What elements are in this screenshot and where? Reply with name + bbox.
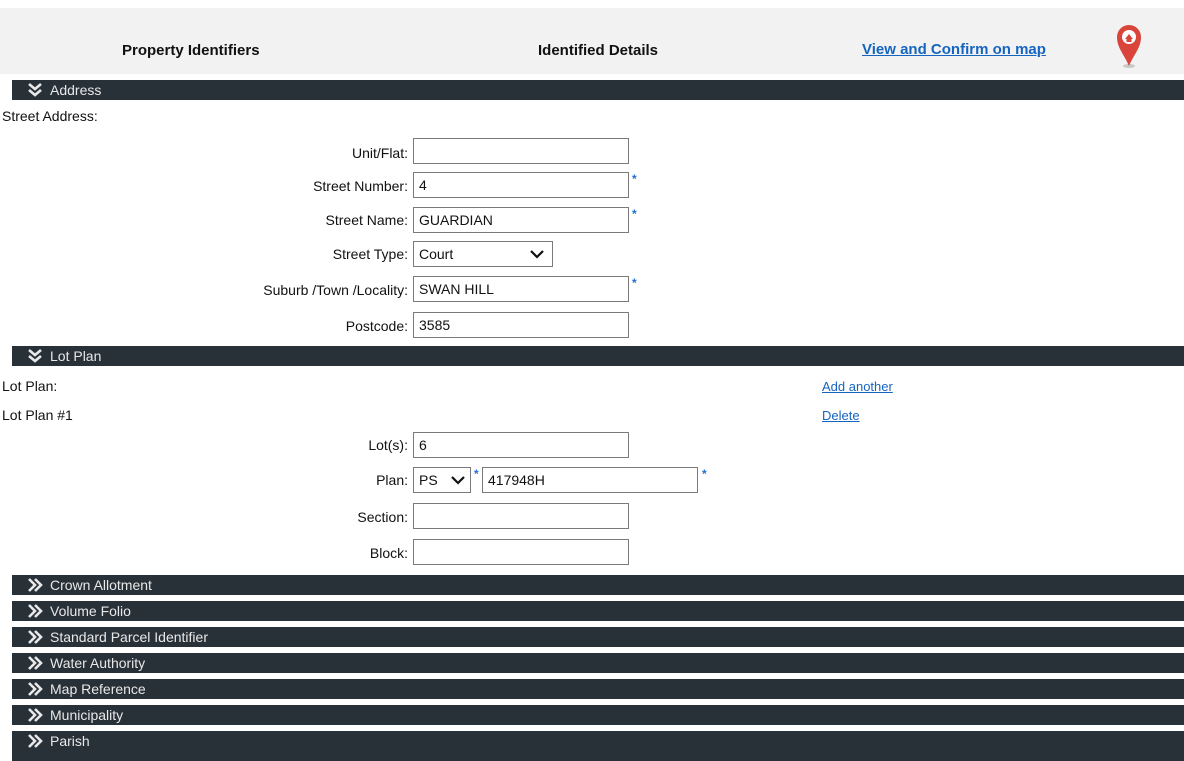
- street-address-label: Street Address:: [2, 108, 98, 124]
- section-title-lot-plan: Lot Plan: [50, 348, 102, 364]
- chevron-double-right-icon: [28, 630, 43, 644]
- block-label: Block:: [369, 545, 408, 561]
- section-title: Standard Parcel Identifier: [50, 629, 208, 645]
- chevron-double-down-icon: [28, 349, 42, 363]
- street-type-select[interactable]: Court: [413, 241, 553, 267]
- section-bar-volume-folio[interactable]: Volume Folio: [12, 601, 1184, 621]
- chevron-double-right-icon: [28, 604, 43, 618]
- required-marker: *: [632, 207, 637, 221]
- section-title: Water Authority: [50, 655, 146, 671]
- chevron-down-icon: [451, 476, 465, 485]
- street-number-input[interactable]: [413, 172, 629, 198]
- chevron-double-right-icon: [28, 578, 43, 592]
- map-pin-icon[interactable]: [1114, 22, 1144, 70]
- street-type-label: Street Type:: [332, 246, 408, 262]
- chevron-double-down-icon: [28, 83, 42, 97]
- section-bar-lot-plan[interactable]: Lot Plan: [12, 346, 1184, 366]
- section-input[interactable]: [413, 503, 629, 529]
- plan-label: Plan:: [376, 472, 408, 488]
- unit-flat-label: Unit/Flat:: [351, 145, 408, 161]
- section-bar-address[interactable]: Address: [12, 80, 1184, 100]
- chevron-double-right-icon: [28, 682, 43, 696]
- suburb-label: Suburb /Town /Locality:: [263, 282, 408, 298]
- section-title: Map Reference: [50, 681, 146, 697]
- postcode-label: Postcode:: [345, 318, 408, 334]
- section-field-label: Section:: [357, 509, 408, 525]
- unit-flat-input[interactable]: [413, 138, 629, 164]
- block-input[interactable]: [413, 539, 629, 565]
- section-bar-water-authority[interactable]: Water Authority: [12, 653, 1184, 673]
- header-property-identifiers: Property Identifiers: [122, 42, 260, 59]
- street-type-value: Court: [419, 246, 454, 262]
- required-marker: *: [702, 467, 707, 481]
- lots-input[interactable]: [413, 432, 629, 458]
- section-title-address: Address: [50, 82, 102, 98]
- section-title: Municipality: [50, 707, 124, 723]
- delete-link[interactable]: Delete: [822, 408, 860, 423]
- section-bar-standard-parcel-identifier[interactable]: Standard Parcel Identifier: [12, 627, 1184, 647]
- chevron-double-right-icon: [28, 656, 43, 670]
- street-name-label: Street Name:: [325, 212, 408, 228]
- lot-plan-label: Lot Plan:: [2, 378, 58, 394]
- plan-number-input[interactable]: [482, 467, 698, 493]
- add-another-link[interactable]: Add another: [822, 379, 893, 394]
- chevron-down-icon: [530, 250, 544, 259]
- required-marker: *: [632, 172, 637, 186]
- section-bar-municipality[interactable]: Municipality: [12, 705, 1184, 725]
- section-bar-parish[interactable]: Parish: [12, 731, 1184, 761]
- suburb-input[interactable]: [413, 276, 629, 302]
- plan-prefix-value: PS: [419, 472, 438, 488]
- lot-plan-entry-label: Lot Plan #1: [2, 407, 73, 423]
- street-name-input[interactable]: [413, 207, 629, 233]
- required-marker: *: [474, 467, 479, 481]
- header-identified-details: Identified Details: [538, 42, 659, 59]
- chevron-double-right-icon: [28, 734, 43, 748]
- section-title: Volume Folio: [50, 603, 131, 619]
- required-marker: *: [632, 276, 637, 290]
- plan-prefix-select[interactable]: PS: [413, 467, 471, 493]
- view-confirm-map-link[interactable]: View and Confirm on map: [862, 41, 1046, 58]
- header-bar: Property Identifiers Identified Details …: [0, 8, 1184, 74]
- street-number-label: Street Number:: [313, 178, 408, 194]
- section-title: Parish: [50, 733, 90, 749]
- section-bar-crown-allotment[interactable]: Crown Allotment: [12, 575, 1184, 595]
- section-bar-map-reference[interactable]: Map Reference: [12, 679, 1184, 699]
- lots-label: Lot(s):: [368, 437, 408, 453]
- chevron-double-right-icon: [28, 708, 43, 722]
- postcode-input[interactable]: [413, 312, 629, 338]
- section-title: Crown Allotment: [50, 577, 152, 593]
